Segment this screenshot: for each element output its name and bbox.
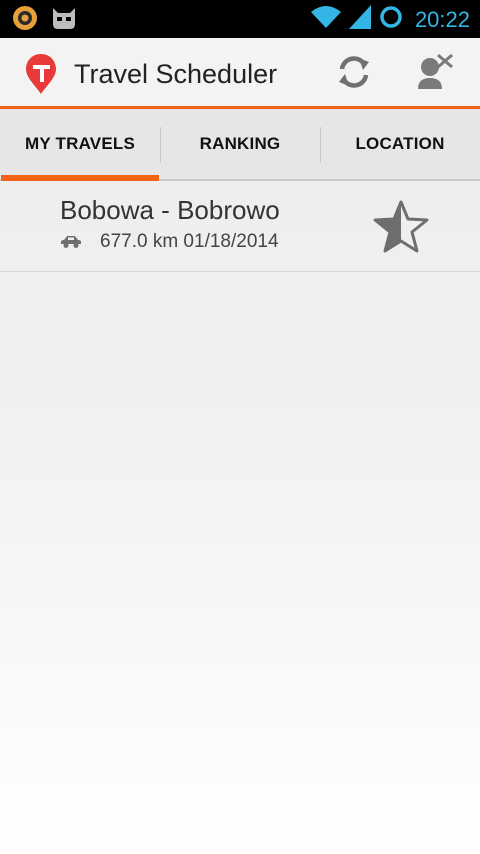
car-icon <box>60 235 82 249</box>
action-bar: Travel Scheduler <box>0 38 480 109</box>
battery-ring-icon <box>379 5 403 34</box>
refresh-button[interactable] <box>332 52 376 96</box>
signal-icon <box>348 5 371 34</box>
rating-button[interactable] <box>372 199 430 255</box>
wifi-icon <box>310 4 341 35</box>
refresh-icon <box>335 53 373 96</box>
status-bar: 20:22 <box>0 0 480 38</box>
logout-button[interactable] <box>412 52 456 96</box>
travel-list-item[interactable]: Bobowa - Bobrowo 677.0 km 01/18/2014 <box>0 181 480 272</box>
travel-meta: 677.0 km 01/18/2014 <box>60 231 279 253</box>
status-clock: 20:22 <box>414 6 470 32</box>
travel-pin-logo-icon <box>24 52 58 101</box>
travel-details: 677.0 km 01/18/2014 <box>100 231 279 252</box>
travel-list: Bobowa - Bobrowo 677.0 km 01/18/2014 <box>0 181 480 272</box>
tab-ranking[interactable]: RANKING <box>160 109 320 179</box>
app-title: Travel Scheduler <box>74 59 278 89</box>
tab-location[interactable]: LOCATION <box>320 109 480 179</box>
user-logout-icon <box>412 51 456 98</box>
travel-route: Bobowa - Bobrowo <box>60 195 280 225</box>
tab-bar: MY TRAVELS RANKING LOCATION <box>0 109 480 181</box>
app-notification-icon <box>12 5 38 36</box>
tab-my-travels[interactable]: MY TRAVELS <box>0 109 160 181</box>
half-star-icon <box>372 200 430 259</box>
cyanogen-mascot-icon <box>50 6 78 35</box>
